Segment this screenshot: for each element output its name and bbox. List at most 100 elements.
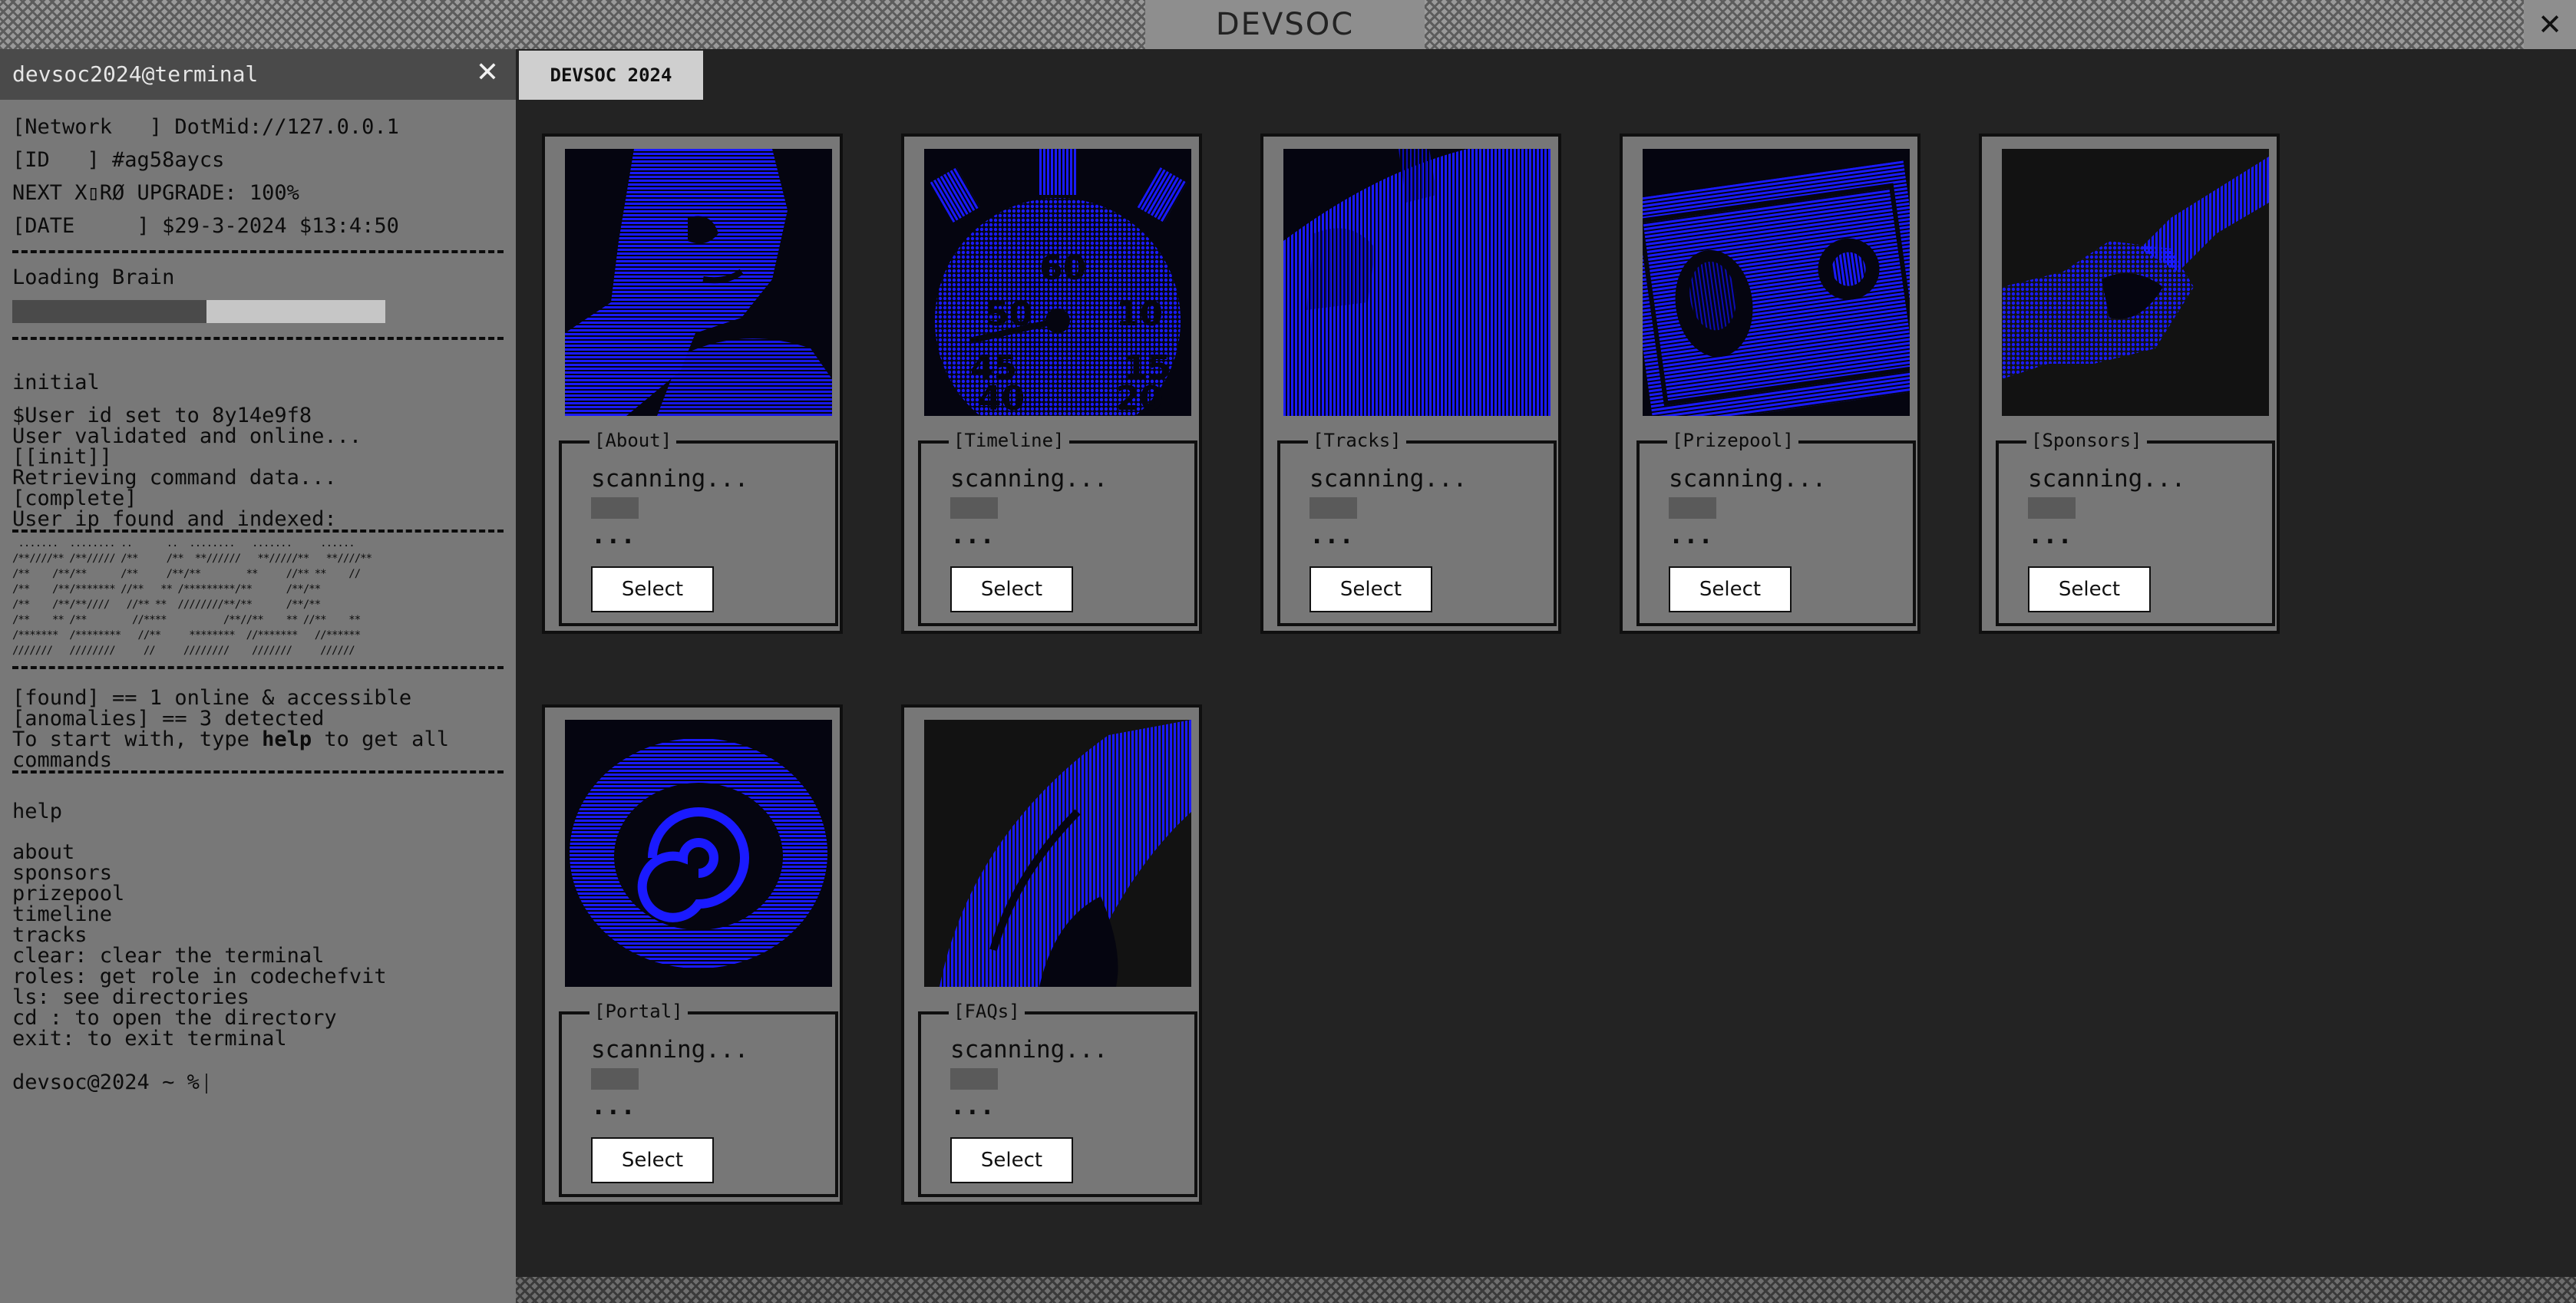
terminal-panel: devsoc2024@terminal ✕ [Network ] DotMid:… [0, 49, 516, 1303]
scan-progress [591, 1068, 639, 1090]
status-dots: ... [1309, 520, 1354, 549]
card-timeline: 60 50 10 45 15 40 20 [Timeline] scanning... … [901, 134, 1202, 634]
loading-progress-fill [12, 300, 206, 323]
card-info: [FAQs] scanning... ... Select [918, 1001, 1197, 1197]
scan-progress [1309, 497, 1357, 519]
app-brand-title: DEVSOC [1145, 0, 1425, 49]
portal-icon [565, 720, 832, 987]
select-button[interactable]: Select [1309, 566, 1432, 612]
status-dots: ... [1669, 520, 1713, 549]
command-item: prizepool [12, 882, 125, 906]
initial-label: initial [12, 371, 100, 394]
card-about: [About] scanning... ... Select [542, 134, 843, 634]
terminal-line: [DATE ] $29-3-2024 $13:4:50 [12, 214, 399, 238]
help-keyword: help [262, 727, 312, 751]
command-list: about sponsors prizepool timeline tracks… [12, 842, 504, 1049]
card-tracks: [Tracks] scanning... ... Select [1260, 134, 1561, 634]
status-text: scanning... [2028, 465, 2186, 493]
anomalies-line: [anomalies] == 3 detected [12, 707, 325, 731]
log-line: [[init]] [12, 445, 113, 469]
card-info: [Timeline] scanning... ... Select [918, 430, 1197, 626]
tab-devsoc-2024[interactable]: DEVSOC 2024 [519, 51, 703, 100]
status-dots: ... [950, 1091, 995, 1120]
status-dots: ... [950, 520, 995, 549]
card-label: [Sponsors] [2026, 430, 2147, 451]
select-button[interactable]: Select [591, 1137, 714, 1183]
help-command-echo: help [12, 800, 63, 823]
card-label: [FAQs] [949, 1001, 1025, 1022]
terminal-title: devsoc2024@terminal [12, 61, 259, 87]
select-button[interactable]: Select [2028, 566, 2151, 612]
terminal-prompt[interactable]: devsoc@2024 ~ % [12, 1072, 504, 1094]
status-text: scanning... [950, 1036, 1108, 1064]
command-item: roles: get role in codechefvit [12, 965, 387, 988]
command-item: cd : to open the directory [12, 1006, 337, 1030]
card-label: [About] [590, 430, 677, 451]
select-button[interactable]: Select [591, 566, 714, 612]
terminal-output[interactable]: [Network ] DotMid://127.0.0.1 [ID ] #ag5… [0, 100, 516, 1094]
terminal-line: NEXT X▯RØ UPGRADE: 100% [12, 181, 299, 205]
command-item: ls: see directories [12, 985, 249, 1009]
terminal-line: [ID ] #ag58aycs [12, 148, 225, 172]
close-icon[interactable]: ✕ [2524, 0, 2576, 49]
scrollbar[interactable] [516, 1277, 2576, 1303]
log-line: User ip found and indexed: [12, 509, 504, 533]
select-button[interactable]: Select [950, 566, 1073, 612]
stopwatch-icon: 60 50 10 45 15 40 20 [924, 149, 1191, 416]
cursor [205, 1073, 207, 1094]
card-prizepool: [Prizepool] scanning... ... Select [1620, 134, 1920, 634]
svg-text:10: 10 [1116, 295, 1163, 334]
scan-progress [2028, 497, 2076, 519]
divider [12, 250, 504, 253]
faqs-icon [924, 720, 1191, 987]
terminal-line: [Network ] DotMid://127.0.0.1 [12, 115, 399, 139]
terminal-header: devsoc2024@terminal ✕ [0, 49, 516, 100]
log-line: $User id set to 8y14e9f8 [12, 404, 312, 427]
svg-text:20: 20 [1116, 379, 1163, 416]
found-line: [found] == 1 online & accessible [12, 686, 412, 710]
card-info: [Portal] scanning... ... Select [559, 1001, 838, 1197]
status-text: scanning... [591, 465, 749, 493]
portrait-icon [565, 149, 832, 416]
scan-progress [1669, 497, 1716, 519]
divider [12, 337, 504, 340]
card-info: [Sponsors] scanning... ... Select [1996, 430, 2275, 626]
select-button[interactable]: Select [950, 1137, 1073, 1183]
card-label: [Portal] [590, 1001, 688, 1022]
status-text: scanning... [1309, 465, 1468, 493]
prompt-text: devsoc@2024 ~ % [12, 1070, 200, 1094]
dollar-bill-icon [1643, 149, 1910, 416]
svg-text:60: 60 [1039, 249, 1086, 288]
card-label: [Prizepool] [1667, 430, 1798, 451]
scan-progress [591, 497, 639, 519]
loading-label: Loading Brain [12, 266, 175, 289]
log-line: [complete] [12, 487, 137, 510]
handshake-icon [2002, 149, 2269, 416]
card-sponsors: [Sponsors] scanning... ... Select [1979, 134, 2280, 634]
ascii-art-logo: ....... ........ .. .. ........ ....... … [12, 537, 372, 657]
card-info: [Prizepool] scanning... ... Select [1636, 430, 1916, 626]
start-hint: To start with, type help to get all [12, 729, 504, 750]
card-info: [About] scanning... ... Select [559, 430, 838, 626]
status-text: scanning... [591, 1036, 749, 1064]
start-hint-line2: commands [12, 750, 504, 774]
card-portal: [Portal] scanning... ... Select [542, 704, 843, 1205]
divider [12, 666, 504, 669]
loading-progress-bar [12, 300, 385, 323]
log-line: Retrieving command data... [12, 466, 337, 490]
status-text: scanning... [1669, 465, 1827, 493]
scan-progress [950, 1068, 998, 1090]
tracks-icon [1283, 149, 1551, 416]
start-hint-suffix: to get all [312, 727, 449, 751]
log-line: User validated and online... [12, 424, 362, 448]
command-item: sponsors [12, 861, 113, 885]
close-icon[interactable]: ✕ [476, 57, 499, 88]
select-button[interactable]: Select [1669, 566, 1792, 612]
scan-progress [950, 497, 998, 519]
command-item: clear: clear the terminal [12, 944, 325, 968]
command-item: exit: to exit terminal [12, 1027, 287, 1051]
svg-text:40: 40 [978, 379, 1025, 416]
command-item: about [12, 840, 75, 864]
status-dots: ... [2028, 520, 2072, 549]
status-dots: ... [591, 520, 636, 549]
